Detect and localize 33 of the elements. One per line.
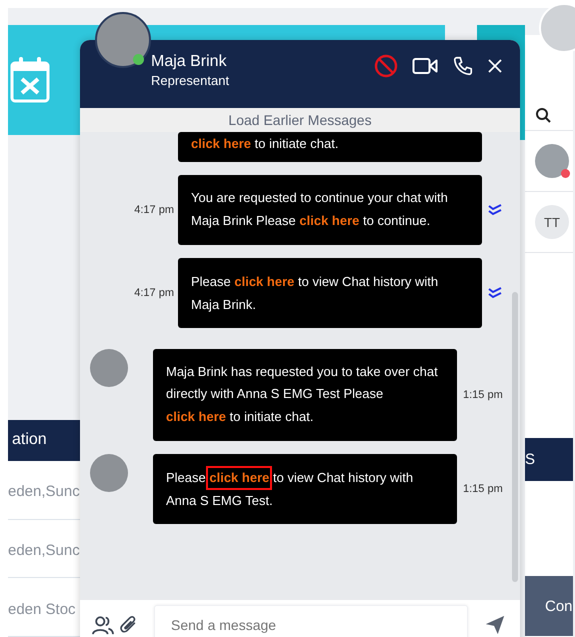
chat-link[interactable]: click here — [188, 132, 254, 156]
message-time: 4:17 pm — [133, 287, 175, 299]
message-bubble: Maja Brink has requested you to take over chat directly with Anna S EMG Test Please click here to initiate chat. — [153, 349, 457, 441]
message-bubble: Please click here to view Chat history with Anna S EMG Test. — [153, 454, 457, 524]
message-time: 1:15 pm — [462, 483, 504, 495]
paperclip-icon[interactable] — [120, 615, 138, 635]
close-icon[interactable] — [488, 59, 502, 73]
contact-avatar[interactable]: TT — [535, 205, 569, 239]
message-bubble: click here to initiate chat. — [178, 132, 482, 162]
load-earlier-button[interactable]: Load Earlier Messages — [80, 108, 520, 132]
people-icon[interactable] — [92, 615, 114, 635]
chat-link[interactable]: click here — [206, 466, 272, 490]
calendar-x-icon — [10, 55, 50, 106]
avatar-photo — [90, 454, 128, 492]
contact-role: Representant — [151, 72, 230, 90]
message-bubble: You are requested to continue your chat with Maja Brink Please click here to continue. — [178, 175, 482, 245]
message-time: 4:17 pm — [133, 204, 175, 216]
contact-name: Maja Brink — [151, 52, 228, 72]
side-button[interactable]: Con — [525, 576, 573, 636]
block-icon[interactable] — [374, 54, 398, 78]
message-input[interactable]: Send a message — [154, 605, 468, 637]
table-header: S — [525, 438, 573, 481]
message-bubble: Please click here to view Chat history with Maja Brink. — [178, 258, 482, 328]
chat-link[interactable]: click here — [163, 405, 229, 429]
contact-avatar[interactable] — [535, 144, 569, 178]
avatar-photo — [90, 349, 128, 387]
video-icon[interactable] — [412, 56, 438, 76]
send-icon[interactable] — [484, 614, 506, 636]
chat-link[interactable]: click here — [231, 270, 298, 294]
message-time: 1:15 pm — [462, 389, 504, 401]
phone-icon[interactable] — [452, 55, 474, 77]
chat-link[interactable]: click here — [296, 209, 362, 233]
search-icon[interactable] — [535, 107, 551, 123]
